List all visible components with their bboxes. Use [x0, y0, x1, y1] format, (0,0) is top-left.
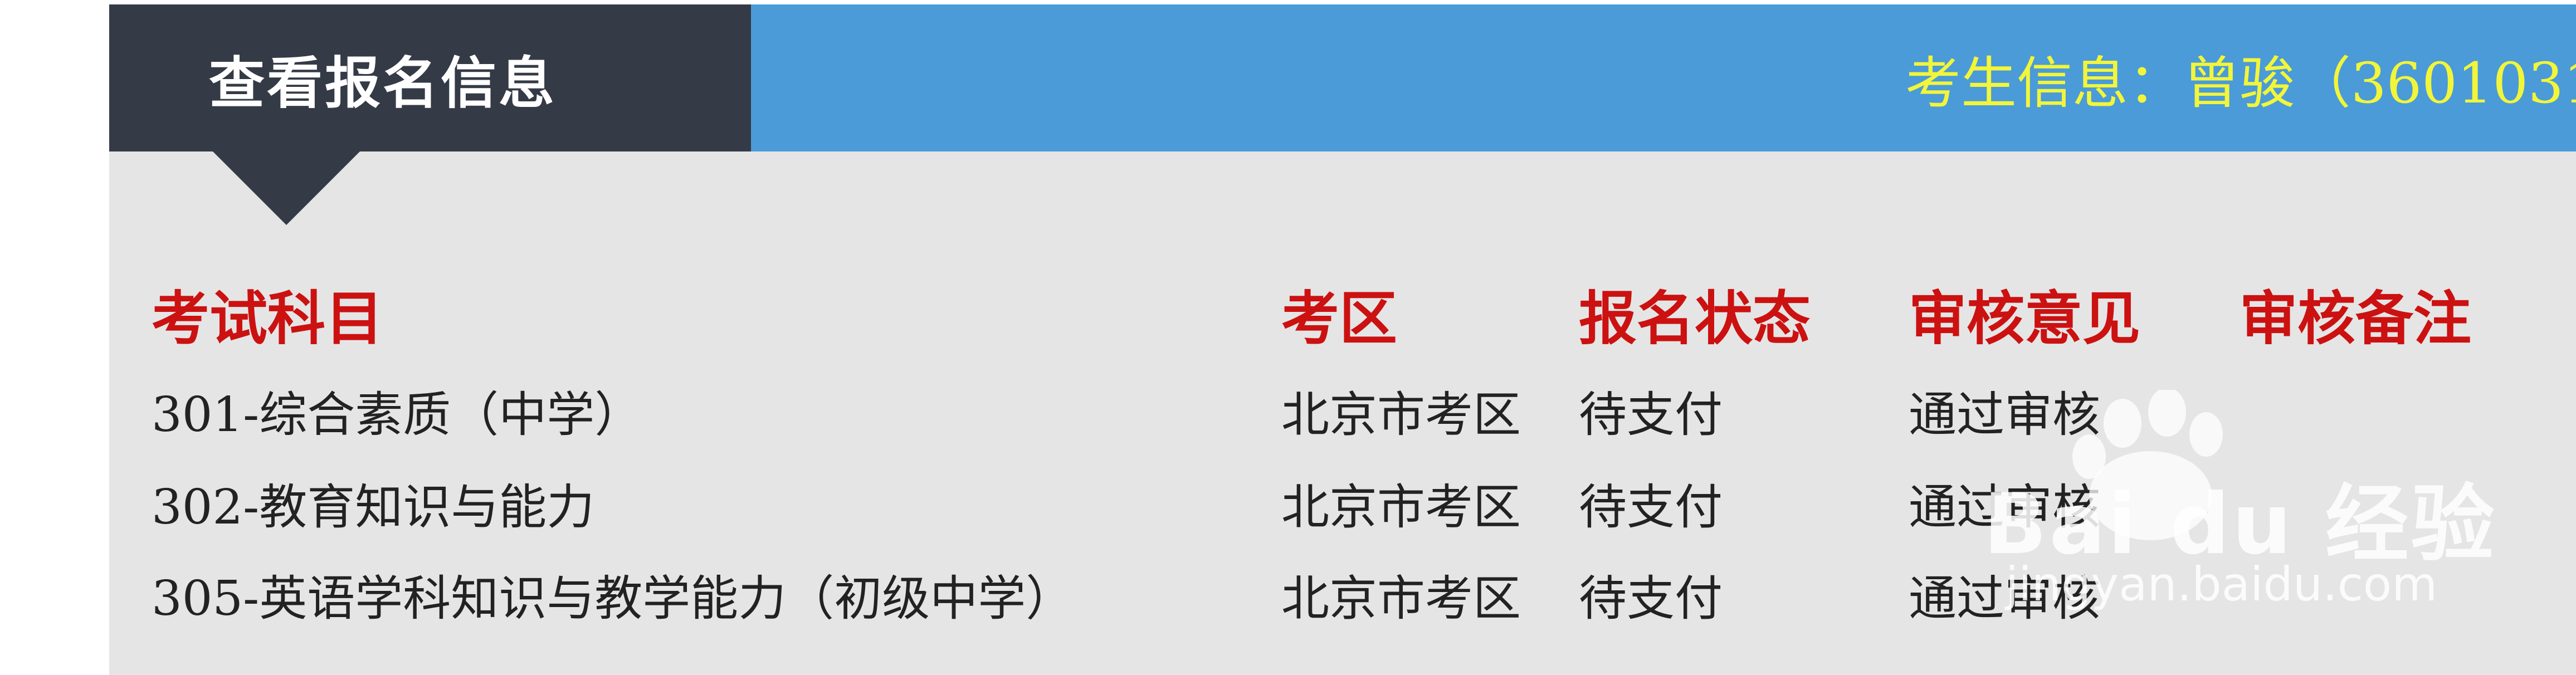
tab-pointer-icon — [213, 151, 360, 225]
cell-status: 待支付 — [1579, 480, 1723, 535]
cell-review-opinion: 通过审核 — [1909, 387, 2100, 443]
view-registration-tab[interactable]: 查看报名信息 — [109, 4, 751, 151]
column-header-review-opinion: 审核意见 — [1909, 284, 2141, 353]
registration-info-page: 查看报名信息 考生信息：曾骏（36010319 考试科目 考区 报名状态 审核意… — [0, 0, 2576, 675]
column-header-review-note: 审核备注 — [2240, 284, 2472, 353]
cell-subject: 301-综合素质（中学） — [152, 387, 643, 443]
cell-status: 待支付 — [1579, 387, 1723, 443]
column-header-subject: 考试科目 — [152, 284, 384, 353]
cell-subject: 305-英语学科知识与教学能力（初级中学） — [152, 571, 1074, 627]
cell-district: 北京市考区 — [1281, 480, 1521, 535]
cell-status: 待支付 — [1579, 571, 1723, 627]
cell-subject: 302-教育知识与能力 — [152, 480, 595, 535]
applicant-info: 考生信息：曾骏（36010319 — [1905, 50, 2576, 116]
view-registration-tab-label: 查看报名信息 — [209, 50, 557, 116]
cell-district: 北京市考区 — [1281, 387, 1521, 443]
cell-district: 北京市考区 — [1281, 571, 1521, 627]
cell-review-opinion: 通过审核 — [1909, 571, 2100, 627]
column-header-district: 考区 — [1281, 284, 1398, 353]
column-header-status: 报名状态 — [1579, 284, 1811, 353]
cell-review-opinion: 通过审核 — [1909, 480, 2100, 535]
